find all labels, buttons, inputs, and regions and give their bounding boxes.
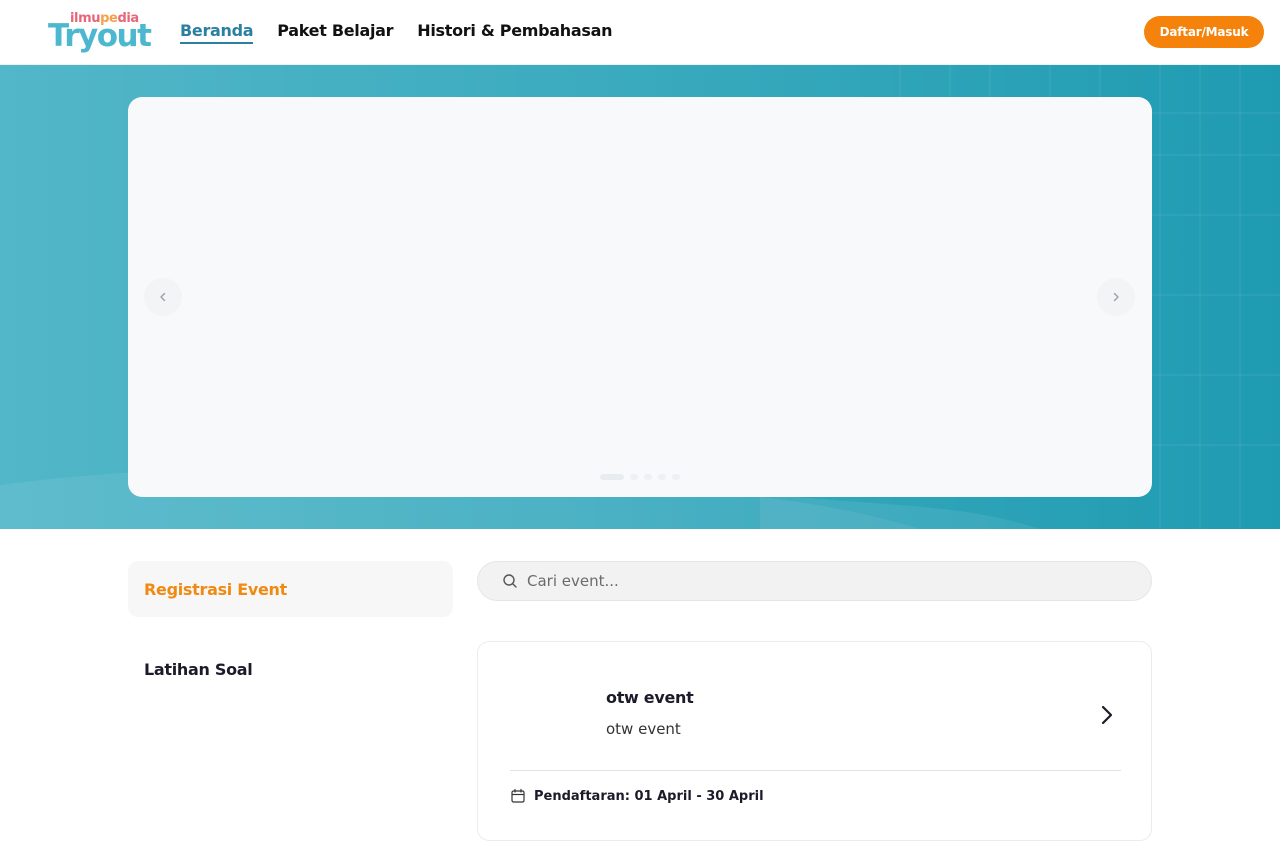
event-description: otw event [606,720,681,738]
event-card[interactable]: otw event otw event Pendaftaran: 01 Apri… [477,641,1152,841]
chevron-right-icon [1113,292,1119,302]
carousel-dot[interactable] [630,474,638,480]
registration-date-text: Pendaftaran: 01 April - 30 April [534,788,764,804]
registration-period: Pendaftaran: 01 April - 30 April [510,788,764,804]
nav-link-paket-belajar[interactable]: Paket Belajar [277,20,393,44]
carousel-dots [600,474,680,480]
tab-latihan-soal[interactable]: Latihan Soal [128,641,453,697]
chevron-right-icon[interactable] [1098,704,1116,726]
carousel-banner[interactable] [128,97,1152,497]
carousel-prev-button[interactable] [144,278,182,316]
carousel-dot[interactable] [644,474,652,480]
carousel-dot[interactable] [672,474,680,480]
login-button[interactable]: Daftar/Masuk [1144,16,1264,48]
brand-logo[interactable]: ilmupedia Tryout [48,10,152,54]
main-nav: Beranda Paket Belajar Histori & Pembahas… [180,20,612,44]
top-header: ilmupedia Tryout Beranda Paket Belajar H… [0,0,1280,65]
carousel-dot[interactable] [600,474,624,480]
hero-section [0,65,1280,529]
calendar-icon [511,788,525,803]
carousel-dot[interactable] [658,474,666,480]
event-title: otw event [606,688,694,707]
nav-link-histori[interactable]: Histori & Pembahasan [417,20,612,44]
search-icon [503,574,517,588]
tab-registrasi-event[interactable]: Registrasi Event [128,561,453,617]
event-category-tabs: Registrasi Event Latihan Soal [128,561,453,697]
nav-link-beranda[interactable]: Beranda [180,20,254,44]
chevron-left-icon [160,292,166,302]
card-divider [510,770,1121,771]
logo-big-text: Tryout [48,18,152,54]
carousel-next-button[interactable] [1097,278,1135,316]
event-search-bar [477,561,1152,601]
search-input[interactable] [527,572,1127,590]
